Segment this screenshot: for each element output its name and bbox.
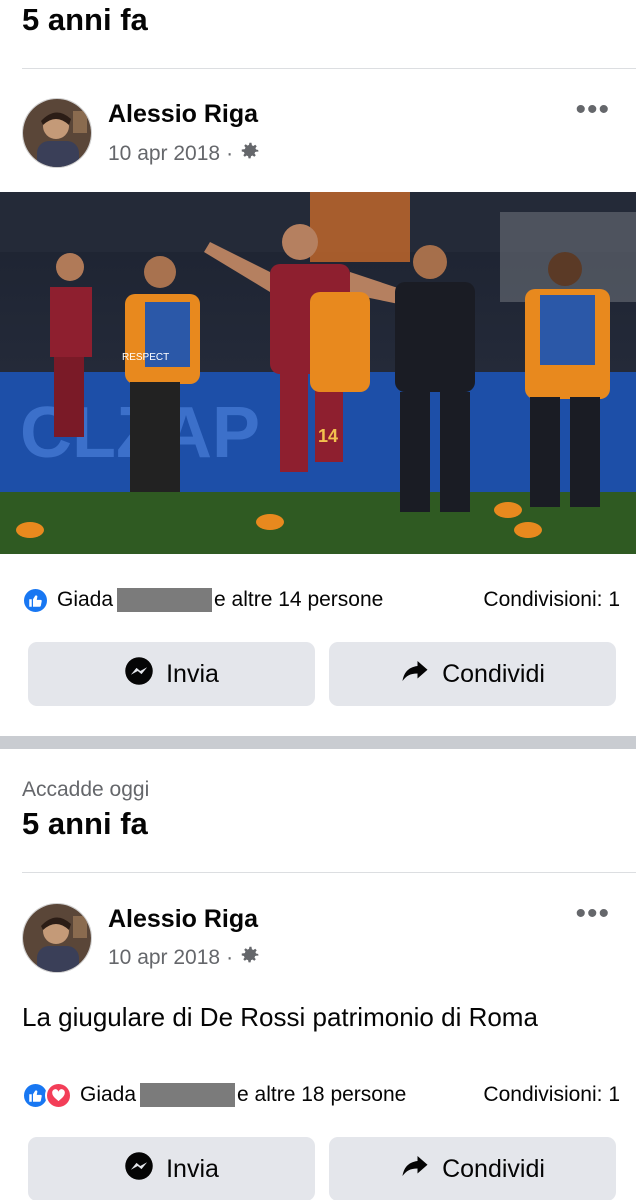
liker-name[interactable]: Giada	[80, 1083, 136, 1107]
like-icon[interactable]	[22, 586, 49, 614]
memory-subtitle: Accadde oggi	[22, 778, 150, 801]
share-count[interactable]: Condivisioni: 1	[483, 588, 620, 612]
feed-separator	[0, 736, 636, 749]
meta-separator: ·	[226, 142, 234, 165]
share-label: Condividi	[442, 1154, 545, 1183]
send-button[interactable]: Invia	[28, 1137, 315, 1200]
messenger-icon	[124, 1151, 154, 1188]
liker-name[interactable]: Giada	[57, 588, 113, 612]
messenger-icon	[124, 656, 154, 693]
gear-icon	[239, 944, 261, 972]
share-button[interactable]: Condividi	[329, 642, 616, 706]
redacted-name	[140, 1083, 236, 1107]
gear-icon	[239, 140, 261, 168]
section-title: 5 anni fa	[22, 2, 148, 37]
avatar[interactable]	[22, 903, 92, 973]
share-count[interactable]: Condivisioni: 1	[483, 1083, 620, 1107]
badge-text: RESPECT	[122, 352, 169, 363]
post-photo[interactable]: CLZAP RESPECT 14	[0, 192, 636, 554]
likes-rest[interactable]: e altre 18 persone	[237, 1083, 406, 1107]
post-text: La giugulare di De Rossi patrimonio di R…	[22, 1002, 538, 1032]
reactions-bar: Giada e altre 14 persone Condivisioni: 1	[22, 585, 620, 615]
meta-separator: ·	[226, 946, 234, 969]
send-button[interactable]: Invia	[28, 642, 315, 706]
author-name[interactable]: Alessio Riga	[108, 905, 258, 934]
divider	[22, 68, 636, 69]
post-date[interactable]: 10 apr 2018	[108, 946, 220, 970]
avatar[interactable]	[22, 98, 92, 168]
send-label: Invia	[166, 1154, 219, 1183]
likes-rest[interactable]: e altre 14 persone	[214, 588, 383, 612]
memory-title: 5 anni fa	[22, 806, 148, 841]
divider	[22, 872, 636, 873]
shirt-number-text: 14	[318, 426, 338, 446]
post-date[interactable]: 10 apr 2018	[108, 142, 220, 166]
post-meta: 10 apr 2018 ·	[108, 944, 261, 972]
reactions-bar: Giada e altre 18 persone Condivisioni: 1	[22, 1080, 620, 1110]
share-arrow-icon	[400, 1151, 430, 1188]
redacted-name	[117, 588, 213, 612]
author-name[interactable]: Alessio Riga	[108, 100, 258, 129]
more-icon[interactable]: •••	[575, 95, 610, 125]
share-label: Condividi	[442, 659, 545, 688]
more-icon[interactable]: •••	[575, 899, 610, 929]
send-label: Invia	[166, 659, 219, 688]
love-icon[interactable]	[45, 1081, 72, 1109]
post-meta: 10 apr 2018 ·	[108, 140, 261, 168]
share-arrow-icon	[400, 656, 430, 693]
share-button[interactable]: Condividi	[329, 1137, 616, 1200]
